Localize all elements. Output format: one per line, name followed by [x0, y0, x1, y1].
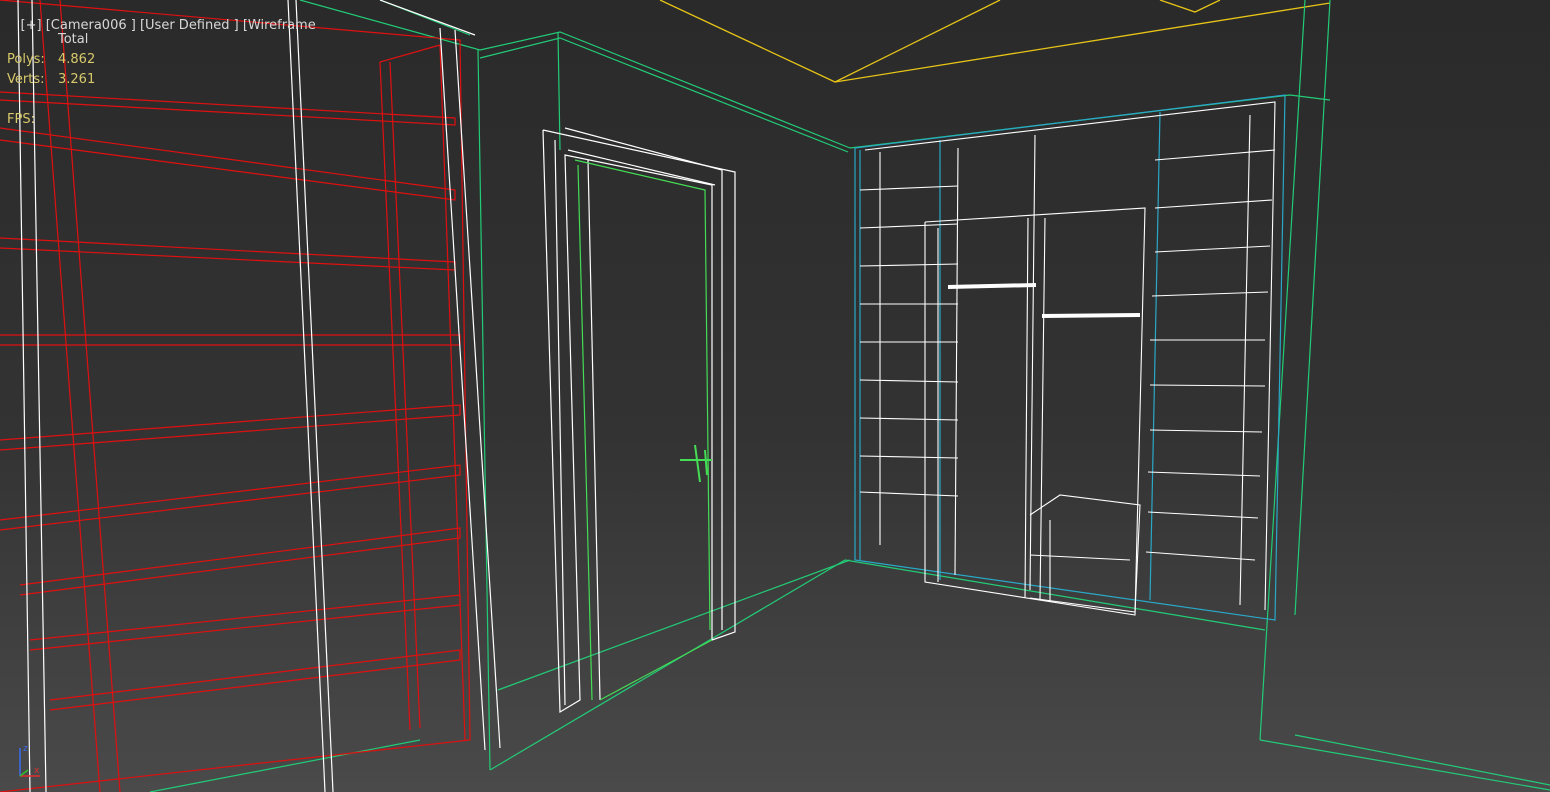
- stats-polys-value: 4.862: [58, 52, 96, 67]
- wardrobe-right-shelves: [1145, 149, 1276, 561]
- wardrobe-left-shelves: [859, 185, 959, 497]
- stats-verts-value: 3.261: [58, 72, 96, 87]
- stats-polys-label: Polys:: [7, 52, 45, 67]
- room-walls-wire: [149, 0, 1550, 792]
- viewport-view-menu[interactable]: [User Defined ]: [140, 18, 239, 33]
- stats-fps-label: FPS:: [7, 112, 35, 127]
- wireframe-scene[interactable]: [0, 0, 1550, 792]
- wardrobe-wire: [859, 101, 1276, 616]
- axis-gizmo-icon: z x: [19, 744, 40, 777]
- stats-verts-label: Verts:: [7, 72, 45, 87]
- door-handle-wire: [680, 444, 712, 483]
- viewport-statistics: Total Polys: 4.862 Verts: 3.261 FPS:: [7, 30, 95, 130]
- axis-x-label: x: [34, 766, 40, 776]
- stats-total-header: Total: [58, 32, 89, 47]
- door-wire: [542, 127, 736, 714]
- viewport-shading-menu[interactable]: [Wireframe: [243, 18, 316, 33]
- ceiling-wire: [659, 0, 1331, 83]
- viewport-wireframe[interactable]: [+] [Camera006 ] [User Defined ] [Wirefr…: [0, 0, 1550, 792]
- wardrobe-outline-wire: [854, 94, 1286, 621]
- axis-z-label: z: [23, 744, 28, 754]
